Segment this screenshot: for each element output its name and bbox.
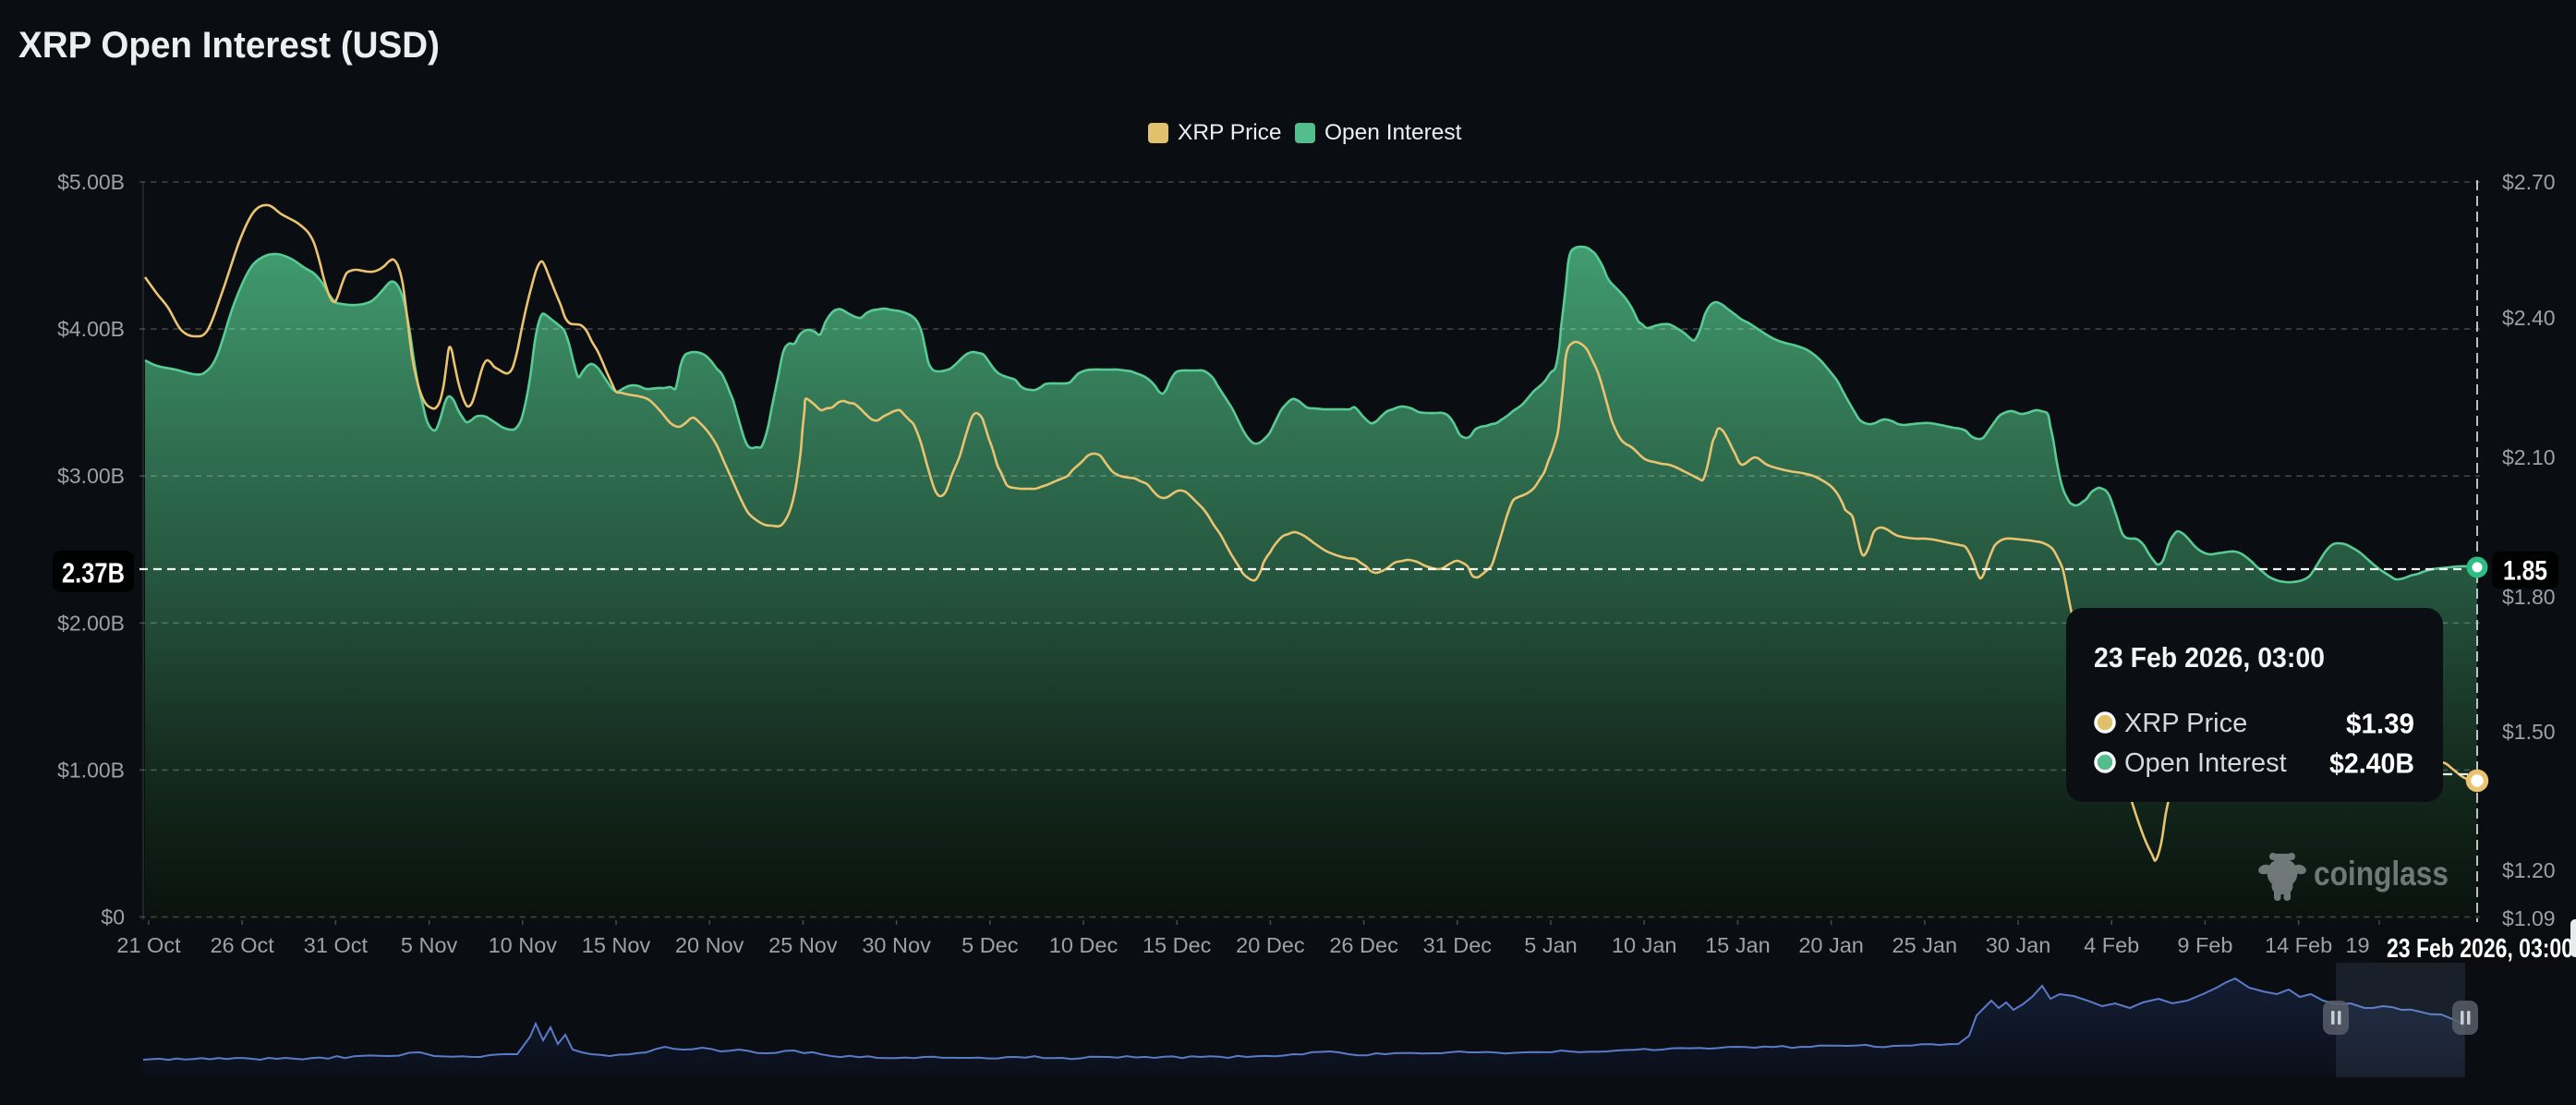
- svg-text:$4.00B: $4.00B: [57, 317, 125, 341]
- svg-text:15 Nov: 15 Nov: [582, 933, 651, 957]
- svg-text:$2.70: $2.70: [2502, 170, 2556, 194]
- svg-text:$1.20: $1.20: [2502, 858, 2556, 882]
- svg-text:31 Oct: 31 Oct: [304, 933, 369, 957]
- svg-text:9 Feb: 9 Feb: [2177, 933, 2232, 957]
- svg-text:$3.00B: $3.00B: [57, 464, 125, 488]
- svg-text:4 Feb: 4 Feb: [2084, 933, 2139, 957]
- svg-text:$2.00B: $2.00B: [57, 611, 125, 635]
- svg-text:$1.39: $1.39: [2346, 708, 2414, 740]
- svg-text:30 Jan: 30 Jan: [1986, 933, 2051, 957]
- svg-text:$1.00B: $1.00B: [57, 758, 125, 782]
- svg-text:20 Dec: 20 Dec: [1236, 933, 1305, 957]
- svg-text:XRP Open Interest (USD): XRP Open Interest (USD): [18, 25, 440, 66]
- svg-text:20 Jan: 20 Jan: [1798, 933, 1864, 957]
- svg-text:$1.50: $1.50: [2502, 720, 2556, 744]
- svg-text:10 Nov: 10 Nov: [489, 933, 558, 957]
- svg-text:$2.40: $2.40: [2502, 306, 2556, 330]
- svg-text:15 Dec: 15 Dec: [1143, 933, 1212, 957]
- svg-text:20 Nov: 20 Nov: [675, 933, 744, 957]
- svg-text:$2.40B: $2.40B: [2329, 747, 2414, 780]
- svg-text:Open Interest: Open Interest: [2124, 748, 2287, 778]
- svg-text:1.85: 1.85: [2503, 556, 2547, 587]
- svg-text:23 Feb 2026, 03:00: 23 Feb 2026, 03:00: [2387, 934, 2573, 964]
- svg-text:5 Jan: 5 Jan: [1524, 933, 1578, 957]
- svg-text:25 Nov: 25 Nov: [768, 933, 838, 957]
- svg-text:Open Interest: Open Interest: [1324, 120, 1462, 145]
- svg-text:5 Nov: 5 Nov: [401, 933, 458, 957]
- svg-text:5 Dec: 5 Dec: [961, 933, 1019, 957]
- svg-text:10 Jan: 10 Jan: [1612, 933, 1677, 957]
- svg-text:30 Nov: 30 Nov: [862, 933, 931, 957]
- svg-text:XRP Price: XRP Price: [1178, 120, 1282, 145]
- svg-text:26 Dec: 26 Dec: [1329, 933, 1398, 957]
- svg-text:26 Oct: 26 Oct: [211, 933, 275, 957]
- svg-text:21 Oct: 21 Oct: [116, 933, 181, 957]
- svg-text:$0: $0: [101, 905, 125, 929]
- svg-text:31 Dec: 31 Dec: [1423, 933, 1493, 957]
- svg-text:23 Feb 2026, 03:00: 23 Feb 2026, 03:00: [2094, 641, 2325, 674]
- svg-text:10 Dec: 10 Dec: [1049, 933, 1119, 957]
- svg-text:coinglass: coinglass: [2314, 855, 2449, 892]
- svg-text:$2.10: $2.10: [2502, 445, 2556, 469]
- svg-text:XRP Price: XRP Price: [2124, 709, 2247, 738]
- svg-text:$5.00B: $5.00B: [57, 170, 125, 194]
- svg-text:25 Jan: 25 Jan: [1893, 933, 1958, 957]
- svg-text:15 Jan: 15 Jan: [1705, 933, 1771, 957]
- svg-text:14 Feb: 14 Feb: [2265, 933, 2332, 957]
- svg-text:2.37B: 2.37B: [62, 557, 125, 589]
